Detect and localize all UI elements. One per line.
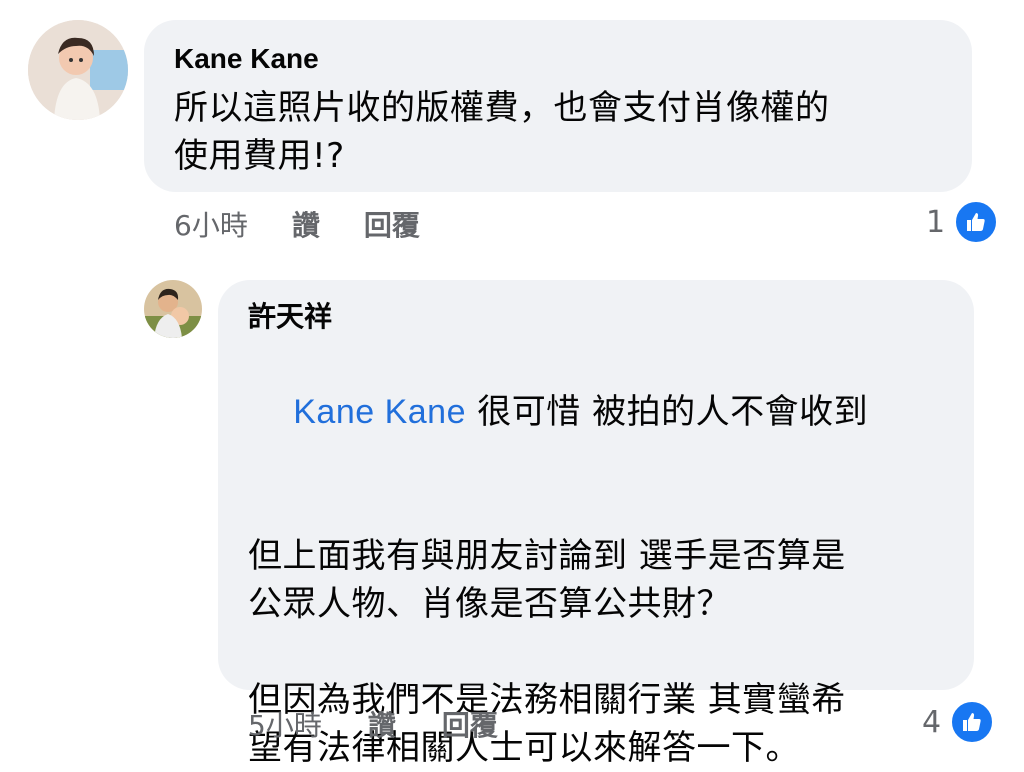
mention-link[interactable]: Kane Kane [293, 393, 466, 431]
parent-child-photo-icon [144, 280, 202, 338]
reaction-count: 1 [926, 204, 946, 240]
reply-reaction-summary[interactable]: 4 [922, 699, 996, 745]
thumbs-up-icon [953, 199, 1000, 245]
reply-line-1-text: 很可惜 被拍的人不會收到 [466, 392, 869, 432]
thumbs-up-icon [949, 699, 996, 745]
comment-bubble: Kane Kane 所以這照片收的版權費，也會支付肖像權的 使用費用!? [144, 20, 972, 192]
reply-author[interactable]: 許天祥 [248, 300, 944, 334]
comment-text: 所以這照片收的版權費，也會支付肖像權的 使用費用!? [174, 88, 830, 176]
comment-author[interactable]: Kane Kane [174, 42, 942, 76]
reply-reply-button[interactable]: 回覆 [442, 704, 498, 744]
reply-like-button[interactable]: 讚 [368, 704, 396, 744]
comment-timestamp[interactable]: 6小時 [174, 204, 248, 244]
child-photo-icon [28, 20, 128, 120]
like-button[interactable]: 讚 [292, 204, 320, 244]
reply-line-1: Kane Kane 很可惜 被拍的人不會收到 [248, 340, 944, 484]
reply-bubble: 許天祥 Kane Kane 很可惜 被拍的人不會收到 但上面我有與朋友討論到 選… [218, 280, 974, 768]
reply-reaction-count: 4 [922, 704, 942, 740]
avatar-reply-author[interactable] [144, 280, 202, 338]
reaction-summary[interactable]: 1 [926, 199, 1000, 245]
reply-meta: 5小時 讚 回覆 [248, 704, 498, 744]
reply-paragraph-2: 但上面我有與朋友討論到 選手是否算是 公眾人物、肖像是否算公共財？ [248, 536, 846, 624]
comment-meta: 6小時 讚 回覆 [174, 204, 420, 244]
reply-timestamp[interactable]: 5小時 [248, 704, 322, 744]
reply-button[interactable]: 回覆 [364, 204, 420, 244]
avatar-kane-kane[interactable] [28, 20, 128, 120]
